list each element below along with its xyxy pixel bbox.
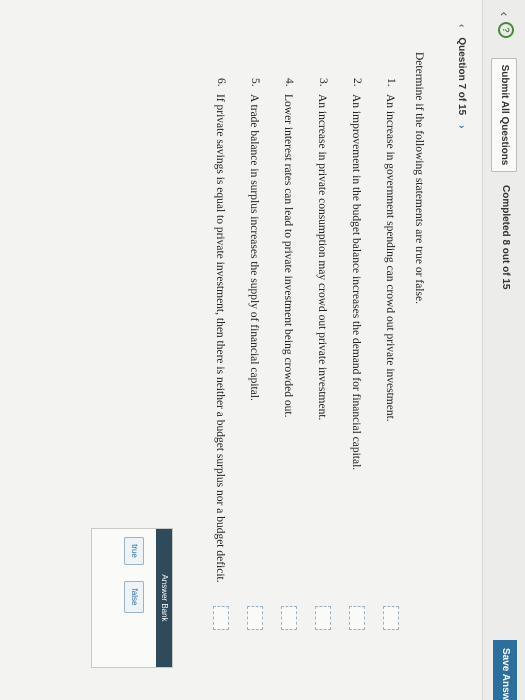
answer-drop-target[interactable] <box>315 606 331 630</box>
answer-drop-target[interactable] <box>213 606 229 630</box>
answer-chip-true[interactable]: true <box>124 537 144 565</box>
statement-number: 3. <box>317 78 329 87</box>
statement-number: 2. <box>351 78 363 87</box>
screen: ‹ ? Submit All Questions Completed 8 out… <box>0 0 525 700</box>
statement-row: 4. Lower interest rates can lead to priv… <box>261 78 297 638</box>
question-navigator: ‹ Question 7 of 15 › <box>451 24 467 128</box>
statement-row: 6. If private savings is equal to privat… <box>187 78 229 638</box>
statement-row: 5. A trade balance in surplus increases … <box>227 78 263 638</box>
chevron-left-icon[interactable]: ‹ <box>456 24 467 27</box>
completion-status: Completed 8 out of 15 <box>500 185 511 290</box>
statement-list: 1. An increase in government spending ca… <box>187 78 399 638</box>
answer-drop-target[interactable] <box>247 606 263 630</box>
statement-row: 3. An increase in private consumption ma… <box>295 78 331 638</box>
answer-drop-target[interactable] <box>349 606 365 630</box>
answer-drop-target[interactable] <box>281 606 297 630</box>
statement-text: An increase in private consumption may c… <box>316 94 328 421</box>
answer-bank: Answer Bank true false <box>91 528 173 668</box>
statement-text: Lower interest rates can lead to private… <box>282 94 294 418</box>
save-answer-button[interactable]: Save Answ <box>493 640 517 700</box>
answer-bank-title: Answer Bank <box>156 529 172 667</box>
answer-drop-target[interactable] <box>383 606 399 630</box>
statement-row: 1. An increase in government spending ca… <box>363 78 399 638</box>
statement-text: An improvement in the budget balance inc… <box>350 94 362 471</box>
statement-text: An increase in government spending can c… <box>384 94 396 422</box>
statement-text: If private savings is equal to private i… <box>214 94 226 583</box>
statement-number: 1. <box>385 78 397 87</box>
answer-chip-false[interactable]: false <box>124 581 144 613</box>
statement-row: 2. An improvement in the budget balance … <box>329 78 365 638</box>
statement-number: 6. <box>215 78 227 87</box>
question-counter: Question 7 of 15 <box>456 37 467 116</box>
statement-number: 5. <box>249 78 261 87</box>
chevron-left-icon[interactable]: ‹ <box>497 6 513 22</box>
top-toolbar: ‹ ? Submit All Questions Completed 8 out… <box>482 0 525 700</box>
statement-number: 4. <box>283 78 295 87</box>
chevron-right-icon[interactable]: › <box>456 125 467 128</box>
submit-all-button[interactable]: Submit All Questions <box>491 58 517 172</box>
help-icon[interactable]: ? <box>498 22 514 38</box>
question-prompt: Determine if the following statements ar… <box>413 52 425 304</box>
statement-text: A trade balance in surplus increases the… <box>248 94 260 401</box>
